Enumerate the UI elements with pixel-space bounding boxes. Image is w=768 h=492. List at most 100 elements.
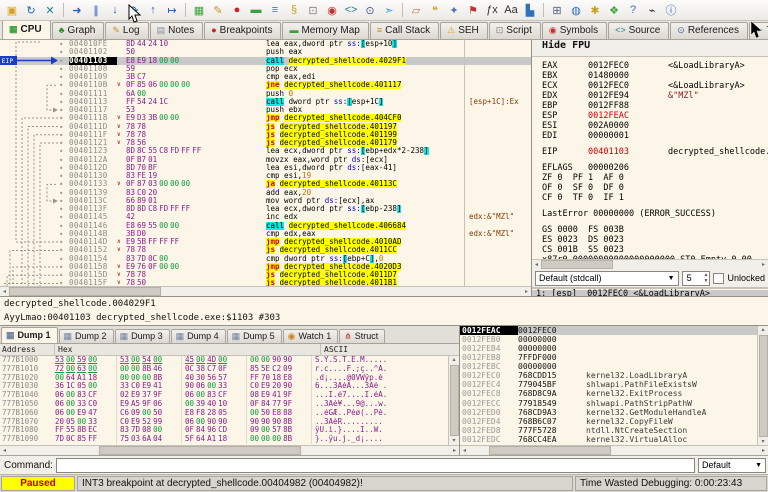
bookmarks-icon[interactable]: ⚑: [464, 2, 482, 19]
register-row[interactable]: EAX0012FEC0<&LoadLibraryA>: [542, 61, 768, 71]
breakpoint-dot-icon[interactable]: ●: [60, 230, 69, 238]
breakpoint-dot-icon[interactable]: ●: [60, 73, 69, 81]
modules-icon[interactable]: ▙: [521, 2, 539, 19]
step-out-icon[interactable]: ↑: [144, 2, 162, 19]
arg-depth-spinner[interactable]: 5 ▲▼: [682, 271, 711, 286]
tab-source[interactable]: <>Source: [608, 22, 669, 39]
close-icon[interactable]: ✕: [41, 2, 59, 19]
strings-icon[interactable]: Aa: [502, 2, 520, 19]
tab-breakpoints[interactable]: ●Breakpoints: [204, 22, 281, 39]
breakpoint-dot-icon[interactable]: ●: [60, 156, 69, 164]
step-into-icon[interactable]: ↓: [106, 2, 124, 19]
breakpoint-dot-icon[interactable]: ●: [60, 164, 69, 172]
scroll-thumb[interactable]: [759, 335, 768, 437]
spinner-arrows-icon[interactable]: ▲▼: [704, 272, 709, 284]
unlocked-checkbox[interactable]: [713, 273, 724, 284]
stack-row[interactable]: 0012FED8777F5728ntdll.NtCreateSection: [460, 426, 758, 435]
help-globe-icon[interactable]: ◍: [567, 2, 585, 19]
stack-row[interactable]: 0012FED0768CD9A3kernel32.GetModuleHandle…: [460, 408, 758, 417]
step-over-icon[interactable]: ↷: [125, 2, 143, 19]
tab-memory-map[interactable]: ▬Memory Map: [282, 22, 368, 39]
cpu-window-icon[interactable]: ▦: [190, 2, 208, 19]
breakpoint-dot-icon[interactable]: ●: [60, 81, 69, 89]
tab-script[interactable]: ⊡Script: [489, 22, 541, 39]
stack-vscrollbar[interactable]: ▴ ▾: [757, 326, 768, 446]
breakpoint-dot-icon[interactable]: ●: [60, 205, 69, 213]
disasm-hscrollbar[interactable]: ◂ ▸: [0, 286, 531, 296]
stack-row[interactable]: 0012FEC8768D8C9Akernel32.ExitProcess: [460, 389, 758, 398]
breakpoint-dot-icon[interactable]: ●: [60, 114, 69, 122]
breakpoint-dot-icon[interactable]: ●: [60, 197, 69, 205]
breakpoint-dot-icon[interactable]: ●: [60, 172, 69, 180]
scroll-right-arrow[interactable]: ▸: [522, 288, 531, 296]
stack-row[interactable]: 0012FEC0768CDD15kernel32.LoadLibraryA: [460, 371, 758, 380]
stack-row[interactable]: 0012FECC77918549shlwapi.PathStripPathW: [460, 399, 758, 408]
scroll-left-arrow[interactable]: ◂: [532, 261, 541, 269]
breakpoint-dot-icon[interactable]: ●: [60, 40, 69, 48]
register-row[interactable]: EBX01480000: [542, 71, 768, 81]
open-file-icon[interactable]: ▣: [3, 2, 21, 19]
register-row[interactable]: EIP00401103decrypted_shellcode.00: [542, 147, 768, 157]
registers-hscrollbar[interactable]: ◂ ▸: [532, 259, 768, 269]
breakpoint-dot-icon[interactable]: ●: [60, 255, 69, 263]
dump-tab-watch-1[interactable]: ◉Watch 1: [283, 329, 339, 343]
breakpoint-dot-icon[interactable]: ●: [60, 246, 69, 254]
stack-rows[interactable]: 0012FEAC0012FEC00012FEB0000000000012FEB4…: [460, 326, 758, 446]
breakpoint-dot-icon[interactable]: ●: [60, 263, 69, 271]
register-row[interactable]: EBP0012FF88: [542, 101, 768, 111]
scroll-up-arrow[interactable]: ▴: [450, 356, 459, 364]
breakpoint-dot-icon[interactable]: ●: [60, 147, 69, 155]
scroll-down-arrow[interactable]: ▾: [450, 437, 459, 445]
seh-icon[interactable]: §: [285, 2, 303, 19]
scroll-right-arrow[interactable]: ▸: [450, 447, 459, 455]
dump-vscrollbar[interactable]: ▴ ▾: [448, 356, 459, 445]
argument-row[interactable]: 1: [esp] 0012FEC0 <&LoadLibraryA>: [532, 290, 768, 296]
dump-tab-dump-3[interactable]: ▦Dump 3: [115, 329, 170, 343]
register-row[interactable]: EDX0012FE94&"MZl": [542, 91, 768, 101]
labels-icon[interactable]: ✦: [445, 2, 463, 19]
favourites-icon[interactable]: ✱: [586, 2, 604, 19]
call-stack-icon[interactable]: ≡: [266, 2, 284, 19]
run-icon[interactable]: ➜: [68, 2, 86, 19]
command-input[interactable]: [56, 458, 695, 473]
breakpoints-icon[interactable]: ●: [228, 2, 246, 19]
tab-threads[interactable]: ➣Threads: [749, 22, 768, 39]
breakpoint-dot-icon[interactable]: ●: [60, 139, 69, 147]
tab-graph[interactable]: ♣Graph: [52, 22, 105, 39]
tab-references[interactable]: ⊙References: [670, 22, 748, 39]
scroll-left-arrow[interactable]: ◂: [0, 447, 9, 455]
dump-tab-dump-2[interactable]: ▦Dump 2: [59, 329, 114, 343]
calculator-icon[interactable]: ⊞: [548, 2, 566, 19]
pause-icon[interactable]: ∥: [87, 2, 105, 19]
breakpoint-dot-icon[interactable]: ●: [60, 48, 69, 56]
scroll-right-arrow[interactable]: ▸: [759, 261, 768, 269]
about-icon[interactable]: ⓘ: [662, 2, 680, 19]
tab-notes[interactable]: ▤Notes: [150, 22, 204, 39]
breakpoint-dot-icon[interactable]: ●: [60, 98, 69, 106]
scroll-thumb[interactable]: [9, 287, 161, 296]
tab-log[interactable]: ✎Log: [105, 22, 148, 39]
dump-tab-dump-1[interactable]: ▦Dump 1: [1, 327, 58, 343]
command-script-type-select[interactable]: Default▼: [698, 458, 766, 473]
stack-row[interactable]: 0012FEB400000000: [460, 344, 758, 353]
scroll-thumb[interactable]: [450, 365, 459, 436]
tab-call-stack[interactable]: ≡Call Stack: [370, 22, 439, 39]
source-icon[interactable]: <>: [342, 2, 360, 19]
comments-icon[interactable]: ❝: [426, 2, 444, 19]
functions-icon[interactable]: ƒx: [483, 2, 501, 19]
dump-tab-struct[interactable]: ⋔Struct: [339, 329, 385, 343]
scroll-thumb[interactable]: [541, 260, 613, 269]
hide-fpu-button[interactable]: Hide FPU: [532, 40, 768, 57]
scroll-left-arrow[interactable]: ◂: [460, 447, 469, 455]
register-row[interactable]: ESI002A0000: [542, 121, 768, 131]
stack-row[interactable]: 0012FEAC0012FEC0: [460, 326, 758, 335]
dump-hscrollbar[interactable]: ◂ ▸: [0, 445, 459, 455]
breakpoint-dot-icon[interactable]: ●: [60, 180, 69, 188]
scroll-left-arrow[interactable]: ◂: [0, 288, 9, 296]
stack-row[interactable]: 0012FEDC768CC4EAkernel32.VirtualAlloc: [460, 435, 758, 444]
threads-icon[interactable]: ➣: [380, 2, 398, 19]
script-icon[interactable]: ⊡: [304, 2, 322, 19]
dump-rows[interactable]: ▴ ▾ 777B1000530059005300540045004D000000…: [0, 356, 459, 445]
stack-row[interactable]: 0012FEBC00000000: [460, 362, 758, 371]
breakpoint-dot-icon[interactable]: ●: [60, 222, 69, 230]
